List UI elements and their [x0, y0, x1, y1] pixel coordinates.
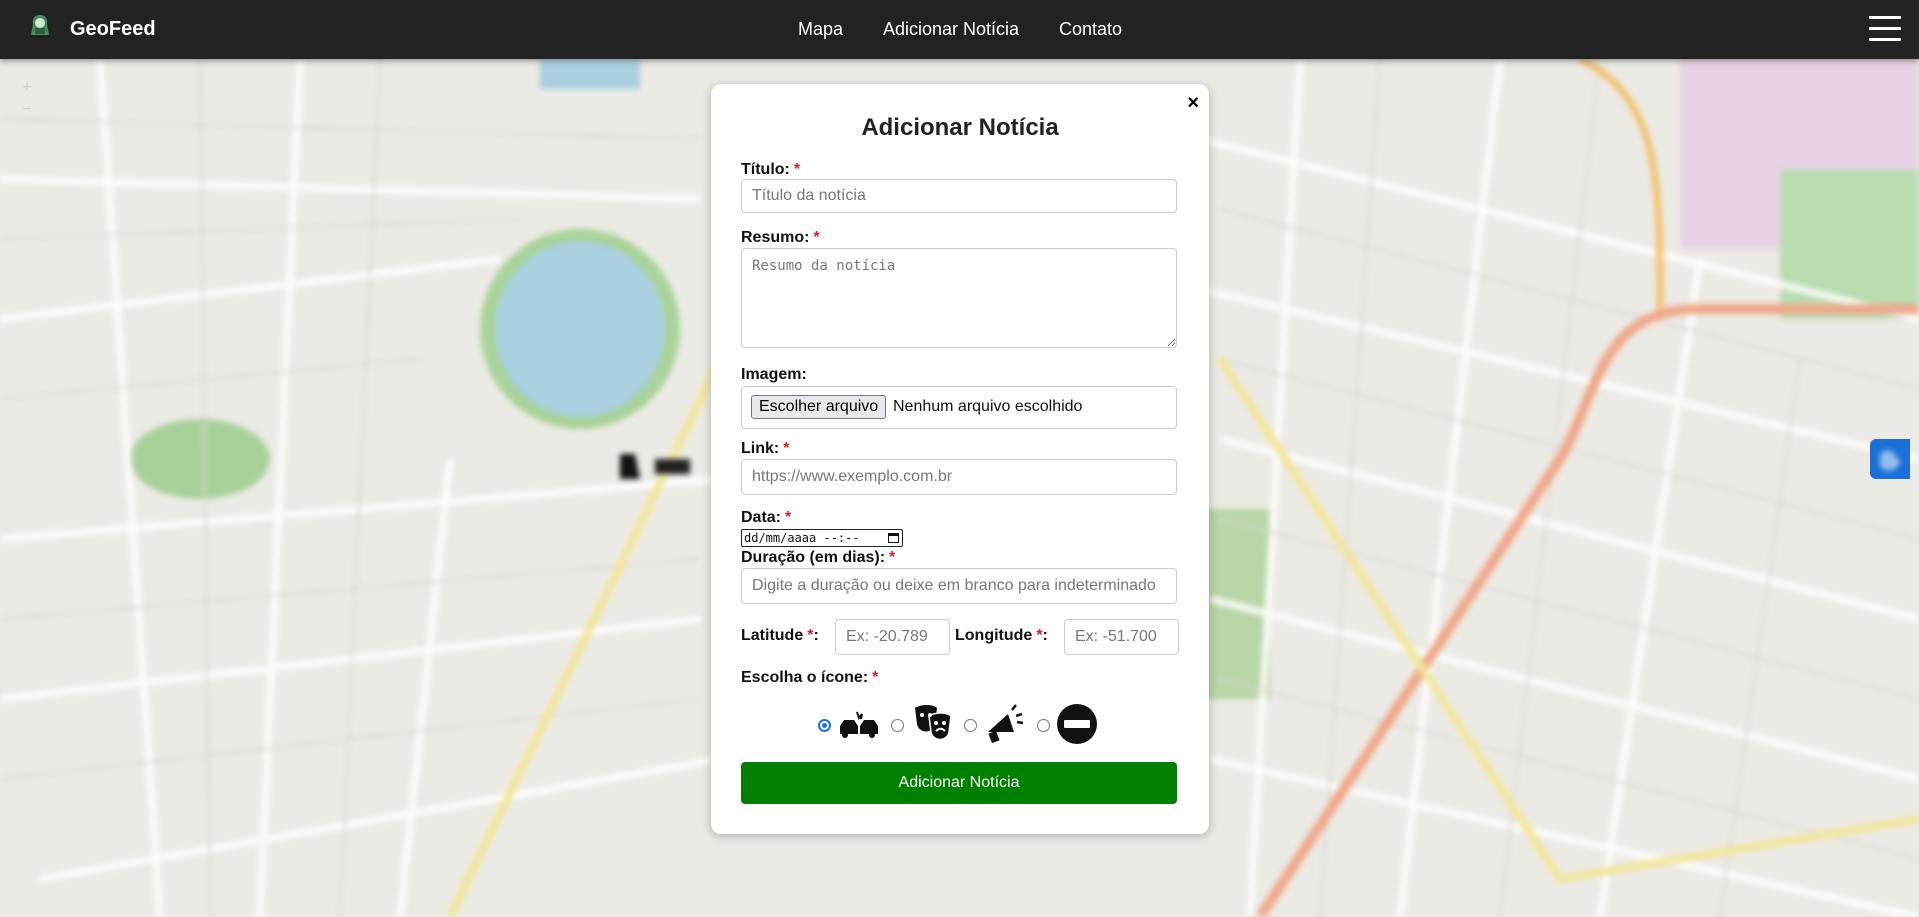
map-zoom-control: + −: [17, 77, 37, 123]
required-mark: *: [1036, 627, 1043, 644]
latitude-input[interactable]: [835, 619, 950, 655]
required-mark: *: [793, 161, 801, 178]
data-label: Data: *: [741, 509, 791, 527]
titulo-label: Título: *: [741, 161, 800, 179]
file-status-text: Nenhum arquivo escolhido: [893, 398, 1083, 415]
required-mark: *: [889, 549, 896, 566]
menu-hamburger-icon[interactable]: [1869, 16, 1901, 44]
link-input[interactable]: [741, 459, 1177, 495]
duracao-label-text: Duração (em dias):: [741, 549, 886, 566]
resumo-label-text: Resumo:: [741, 229, 810, 246]
hand-sign-icon: [1880, 449, 1901, 470]
car-accident-icon[interactable]: [838, 708, 880, 740]
brand-name[interactable]: GeoFeed: [70, 18, 156, 41]
icon-radio-theater[interactable]: [891, 719, 904, 732]
icon-radio-no-entry[interactable]: [1037, 719, 1050, 732]
duracao-label: Duração (em dias): *: [741, 549, 895, 567]
latitude-label: Latitude *:: [741, 627, 819, 644]
icone-label: Escolha o ícone: *: [741, 669, 878, 687]
zoom-in-button[interactable]: +: [17, 77, 37, 99]
image-file-input[interactable]: Escolher arquivo Nenhum arquivo escolhid…: [741, 386, 1177, 429]
longitude-input[interactable]: [1064, 619, 1179, 655]
choose-file-button[interactable]: Escolher arquivo: [751, 395, 887, 419]
required-mark: *: [813, 229, 820, 246]
logo-icon[interactable]: [29, 13, 51, 39]
add-news-modal: × Adicionar Notícia Título:* Resumo:* Im…: [711, 84, 1209, 834]
data-label-text: Data:: [741, 509, 782, 526]
required-mark: *: [807, 627, 814, 644]
accessibility-sign-language-button[interactable]: [1870, 439, 1910, 479]
imagem-label-text: Imagem:: [741, 366, 807, 383]
datetime-input[interactable]: dd/mm/aaaa --:--: [741, 529, 903, 547]
icon-radio-accident[interactable]: [818, 719, 831, 732]
close-modal-button[interactable]: ×: [1187, 92, 1199, 114]
top-navbar: GeoFeed Mapa Adicionar Notícia Contato: [0, 0, 1919, 59]
nav-link-mapa[interactable]: Mapa: [798, 19, 843, 40]
icone-label-text: Escolha o ícone:: [741, 669, 869, 686]
link-label-text: Link:: [741, 440, 780, 457]
required-mark: *: [872, 669, 879, 686]
latitude-label-text: Latitude: [741, 627, 804, 644]
required-mark: *: [785, 509, 792, 526]
required-mark: *: [783, 440, 790, 457]
link-label: Link: *: [741, 440, 789, 458]
longitude-label-text: Longitude: [955, 627, 1033, 644]
duracao-input[interactable]: [741, 568, 1177, 604]
resumo-label: Resumo: *: [741, 229, 820, 247]
longitude-label: Longitude *:: [955, 627, 1048, 644]
resumo-textarea[interactable]: [741, 248, 1177, 348]
icon-choice-group: [711, 702, 1209, 746]
nav-link-contato[interactable]: Contato: [1059, 19, 1122, 40]
icon-radio-megaphone[interactable]: [964, 719, 977, 732]
titulo-input[interactable]: [741, 179, 1177, 213]
zoom-out-button[interactable]: −: [17, 99, 37, 121]
megaphone-icon[interactable]: [984, 702, 1024, 746]
imagem-label: Imagem:: [741, 366, 807, 384]
datetime-value: dd/mm/aaaa --:--: [744, 531, 860, 545]
nav-link-adicionar-noticia[interactable]: Adicionar Notícia: [883, 19, 1019, 40]
calendar-icon[interactable]: [888, 532, 899, 543]
no-entry-icon[interactable]: [1057, 704, 1097, 744]
theater-masks-icon[interactable]: [911, 702, 955, 746]
add-news-submit-button[interactable]: Adicionar Notícia: [741, 762, 1177, 804]
modal-title: Adicionar Notícia: [861, 114, 1059, 141]
titulo-label-text: Título:: [741, 161, 790, 178]
